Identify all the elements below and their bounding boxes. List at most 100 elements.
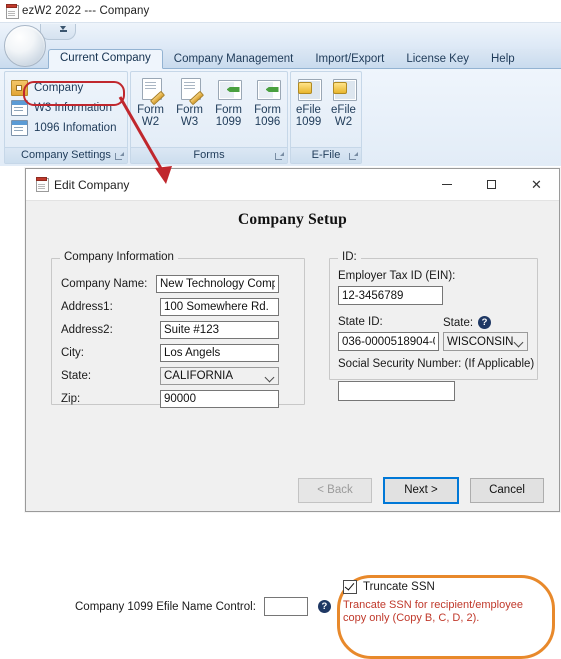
efile-1099-line2: 1099 xyxy=(295,116,322,128)
dialog-launcher-icon[interactable] xyxy=(349,152,358,161)
state-label: State: xyxy=(61,370,92,382)
page-title: Company Setup xyxy=(238,211,347,228)
back-button[interactable]: < Back xyxy=(298,477,372,503)
form-edit-icon xyxy=(180,78,201,100)
sidebar-item-company[interactable]: Company xyxy=(5,78,127,98)
efile-1099-button[interactable]: eFile 1099 xyxy=(291,75,326,149)
next-button[interactable]: Next > xyxy=(383,476,459,504)
truncate-ssn-note: Trancate SSN for recipient/employee copy… xyxy=(343,599,523,624)
efile-w2-line2: W2 xyxy=(334,116,353,128)
application-title: ezW2 2022 --- Company xyxy=(22,5,150,17)
address2-label: Address2: xyxy=(61,324,113,336)
tab-help[interactable]: Help xyxy=(480,50,526,68)
form-w2-button[interactable]: Form W2 xyxy=(133,75,169,149)
group-title-company-settings: Company Settings xyxy=(5,147,127,163)
form-1099-line1: Form xyxy=(215,104,242,116)
truncate-ssn-label: Truncate SSN xyxy=(363,581,435,593)
ribbon-group-efile: eFile 1099 eFile W2 E-File xyxy=(290,71,362,164)
form-1099-button[interactable]: Form 1099 xyxy=(211,75,247,149)
home-icon xyxy=(11,80,28,96)
sidebar-item-1096-information[interactable]: 1096 Infomation xyxy=(5,118,127,138)
ribbon-tabstrip: Current Company Company Management Impor… xyxy=(0,49,561,69)
form-1099-line2: 1099 xyxy=(215,116,242,128)
tab-license-key[interactable]: License Key xyxy=(395,50,480,68)
city-input[interactable] xyxy=(160,344,279,362)
tab-current-company[interactable]: Current Company xyxy=(48,49,163,69)
close-icon[interactable]: ✕ xyxy=(514,170,559,200)
form-w3-button[interactable]: Form W3 xyxy=(172,75,208,149)
ribbon-group-forms: Form W2 Form W3 Form 1099 Form 1096 Form… xyxy=(130,71,288,164)
truncate-ssn-checkbox[interactable] xyxy=(343,580,357,594)
id-legend: ID: xyxy=(338,251,361,263)
company-name-input[interactable] xyxy=(156,275,279,293)
ein-input[interactable] xyxy=(338,286,443,305)
sidebar-item-1096-label: 1096 Infomation xyxy=(34,122,117,134)
quick-access-toolbar[interactable] xyxy=(40,24,76,40)
cancel-button[interactable]: Cancel xyxy=(470,477,544,503)
sidebar-item-company-label: Company xyxy=(34,82,84,94)
form-w2-line1: Form xyxy=(137,104,164,116)
ribbon-group-company-settings: Company W3 Information 1096 Infomation C… xyxy=(4,71,128,164)
company-information-legend: Company Information xyxy=(60,251,178,263)
efile-1099-line1: eFile xyxy=(296,104,321,116)
help-icon[interactable]: ? xyxy=(478,316,492,329)
list-icon xyxy=(11,100,28,116)
app-document-icon xyxy=(5,4,19,19)
ssn-input[interactable] xyxy=(338,381,455,401)
form-w2-line2: W2 xyxy=(141,116,160,128)
city-label: City: xyxy=(61,347,84,359)
truncate-ssn-checkbox-row[interactable]: Truncate SSN xyxy=(343,580,543,594)
efile-w2-button[interactable]: eFile W2 xyxy=(326,75,361,149)
maximize-icon[interactable] xyxy=(469,170,514,200)
application-titlebar: ezW2 2022 --- Company xyxy=(0,0,561,23)
name-control-row: Company 1099 Efile Name Control: ? xyxy=(75,597,331,616)
truncate-ssn-section: Truncate SSN Trancate SSN for recipient/… xyxy=(343,580,543,646)
ein-label: Employer Tax ID (EIN): xyxy=(338,270,456,282)
address2-input[interactable] xyxy=(160,321,279,339)
ribbon-content: Company W3 Information 1096 Infomation C… xyxy=(0,69,561,166)
state-id-state-value: WISCONSIN xyxy=(447,336,514,348)
tab-company-management[interactable]: Company Management xyxy=(163,50,305,68)
address1-label: Address1: xyxy=(61,301,113,313)
form-import-icon xyxy=(256,80,281,100)
efile-icon xyxy=(297,79,322,101)
main-application-window: ezW2 2022 --- Company Current Company Co… xyxy=(0,0,561,166)
dialog-title: Edit Company xyxy=(54,177,130,192)
company-name-label: Company Name: xyxy=(61,278,148,290)
state-select-value: CALIFORNIA xyxy=(164,370,234,382)
sidebar-item-w3-information[interactable]: W3 Information xyxy=(5,98,127,118)
form-edit-icon xyxy=(141,78,162,100)
efile-w2-line1: eFile xyxy=(331,104,356,116)
dialog-launcher-icon[interactable] xyxy=(275,152,284,161)
group-title-forms: Forms xyxy=(131,147,287,163)
dialog-button-bar: < Back Next > Cancel xyxy=(26,469,559,511)
list-icon xyxy=(11,120,28,136)
state-select[interactable]: CALIFORNIA xyxy=(160,367,279,385)
dialog-document-icon xyxy=(35,177,49,192)
dialog-launcher-icon[interactable] xyxy=(115,152,124,161)
state-id-state-select[interactable]: WISCONSIN xyxy=(443,332,528,351)
minimize-icon[interactable] xyxy=(424,170,469,200)
form-w3-line2: W3 xyxy=(180,116,199,128)
ribbon-top-bar xyxy=(0,23,561,67)
state-id-input[interactable] xyxy=(338,332,439,351)
form-import-icon xyxy=(217,80,242,100)
tab-import-export[interactable]: Import/Export xyxy=(304,50,395,68)
address1-input[interactable] xyxy=(160,298,279,316)
ssn-label: Social Security Number: (If Applicable) xyxy=(338,358,535,370)
help-icon[interactable]: ? xyxy=(317,600,331,613)
office-orb-button[interactable] xyxy=(4,25,46,67)
name-control-label: Company 1099 Efile Name Control: xyxy=(75,600,256,613)
chevron-down-icon xyxy=(264,372,275,383)
form-1096-line2: 1096 xyxy=(254,116,281,128)
dialog-body: Company Setup Company Information Compan… xyxy=(26,201,559,659)
name-control-input[interactable] xyxy=(263,597,308,616)
form-1096-line1: Form xyxy=(254,104,281,116)
form-1096-button[interactable]: Form 1096 xyxy=(250,75,286,149)
edit-company-dialog: Edit Company ✕ Company Setup Company Inf… xyxy=(25,168,560,659)
state-id-label: State ID: xyxy=(338,316,383,328)
zip-input[interactable] xyxy=(160,390,279,408)
zip-label: Zip: xyxy=(61,393,81,405)
form-w3-line1: Form xyxy=(176,104,203,116)
efile-icon xyxy=(332,79,357,101)
